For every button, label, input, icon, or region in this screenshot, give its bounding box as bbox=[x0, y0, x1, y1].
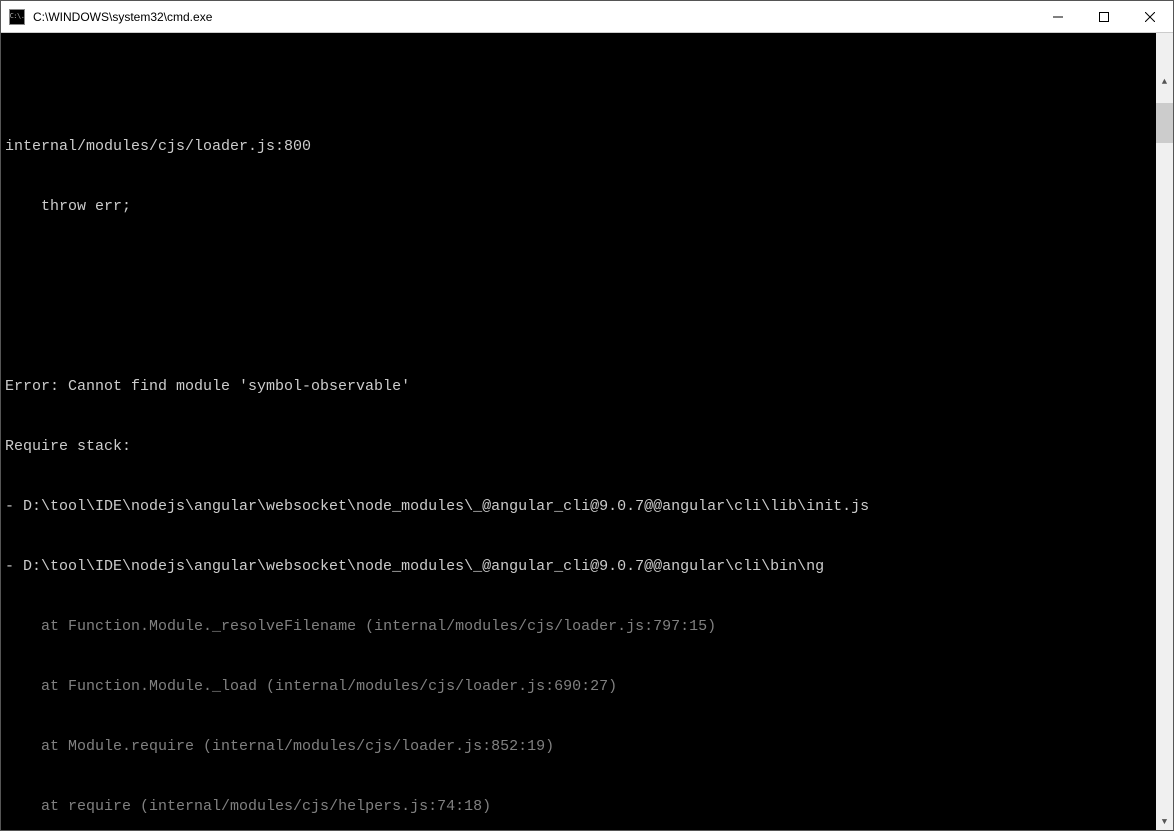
titlebar[interactable]: C:\. C:\WINDOWS\system32\cmd.exe bbox=[1, 1, 1173, 33]
output-line: at Function.Module._resolveFilename (int… bbox=[5, 617, 1152, 637]
output-line: Error: Cannot find module 'symbol-observ… bbox=[5, 377, 1152, 397]
cmd-icon-text: C:\. bbox=[10, 13, 25, 20]
scroll-up-arrow-icon[interactable]: ▲ bbox=[1156, 73, 1173, 90]
output-line: - D:\tool\IDE\nodejs\angular\websocket\n… bbox=[5, 557, 1152, 577]
minimize-button[interactable] bbox=[1035, 1, 1081, 32]
output-line: at Module.require (internal/modules/cjs/… bbox=[5, 737, 1152, 757]
scrollbar-thumb[interactable] bbox=[1156, 103, 1173, 143]
output-line: throw err; bbox=[5, 197, 1152, 217]
cmd-icon: C:\. bbox=[9, 9, 25, 25]
output-line: - D:\tool\IDE\nodejs\angular\websocket\n… bbox=[5, 497, 1152, 517]
scroll-down-arrow-icon[interactable]: ▼ bbox=[1156, 813, 1173, 830]
output-line: at require (internal/modules/cjs/helpers… bbox=[5, 797, 1152, 817]
scrollbar-track[interactable]: ▲ ▼ bbox=[1156, 33, 1173, 830]
output-line: at Function.Module._load (internal/modul… bbox=[5, 677, 1152, 697]
output-line: internal/modules/cjs/loader.js:800 bbox=[5, 137, 1152, 157]
window-title: C:\WINDOWS\system32\cmd.exe bbox=[33, 10, 1035, 24]
console-area[interactable]: internal/modules/cjs/loader.js:800 throw… bbox=[1, 33, 1173, 830]
window-controls bbox=[1035, 1, 1173, 32]
output-line: Require stack: bbox=[5, 437, 1152, 457]
maximize-button[interactable] bbox=[1081, 1, 1127, 32]
cmd-window: C:\. C:\WINDOWS\system32\cmd.exe interna… bbox=[0, 0, 1174, 831]
close-button[interactable] bbox=[1127, 1, 1173, 32]
